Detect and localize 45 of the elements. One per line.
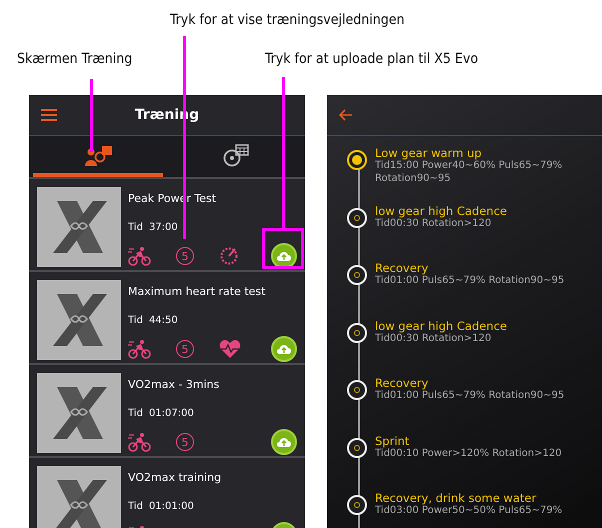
level-badge[interactable]: 5: [176, 433, 194, 451]
stopwatch-calendar-icon: [221, 142, 251, 166]
step-detail: Tid15:00 Power40~60% Puls65~79% Rotation90~95: [375, 160, 564, 185]
menu-icon[interactable]: [41, 109, 57, 121]
step-title: Recovery: [375, 376, 430, 390]
cloud-upload-icon: [276, 343, 292, 355]
cyclist-icon: [128, 432, 152, 452]
step-detail: Tid00:10 Power>120% Rotation>120: [375, 448, 563, 460]
step-title: Sprint: [375, 434, 410, 448]
cyclist-icon: [128, 339, 152, 359]
upload-button[interactable]: [271, 336, 297, 362]
step-detail: Tid00:30 Rotation>120: [375, 332, 492, 345]
cloud-upload-icon: [276, 250, 292, 262]
cloud-upload-icon: [276, 436, 292, 448]
workout-time: 44:50: [148, 315, 178, 326]
step-title: low gear high Cadence: [375, 204, 508, 218]
step-title: Recovery, drink some water: [375, 491, 538, 505]
step-title: Low gear warm up: [375, 146, 483, 160]
step-detail: Tid00:30 Rotation>120: [375, 218, 492, 230]
level-badge[interactable]: 5: [176, 247, 194, 265]
back-arrow-icon[interactable]: [339, 109, 353, 121]
workout-name[interactable]: VO2max - 3mins: [128, 378, 305, 391]
highlight-frame: [262, 228, 304, 269]
step-detail: Tid01:00 Puls65~79% Rotation90~95: [375, 275, 566, 288]
workout-time: 01:07:00: [148, 408, 194, 419]
step-title: Recovery: [375, 261, 430, 275]
level-badge[interactable]: 5: [176, 340, 194, 358]
time-label: Tid: [128, 315, 143, 326]
cyclist-icon: [128, 246, 152, 266]
gauge-icon: [219, 246, 239, 266]
upload-button[interactable]: [271, 429, 297, 455]
step-detail: Tid03:00 Power50~50% Puls65~79%: [375, 505, 564, 518]
workout-name[interactable]: VO2max training: [128, 471, 305, 484]
time-label: Tid: [128, 408, 143, 419]
callout-label: Skærmen Træning: [17, 51, 132, 67]
time-label: Tid: [128, 222, 143, 233]
callout-label: Tryk for at vise træningsvejledningen: [170, 12, 404, 28]
heart-pulse-icon: [219, 339, 241, 359]
workout-name[interactable]: Maximum heart rate test: [128, 285, 305, 298]
time-label: Tid: [128, 501, 143, 512]
callout-label: Tryk for at uploade plan til X5 Evo: [265, 51, 478, 67]
workout-time: 01:01:00: [148, 501, 194, 512]
workout-time: 37:00: [148, 222, 178, 233]
step-detail: Tid01:00 Puls65~79% Rotation90~95: [375, 390, 566, 402]
step-title: low gear high Cadence: [375, 318, 508, 332]
